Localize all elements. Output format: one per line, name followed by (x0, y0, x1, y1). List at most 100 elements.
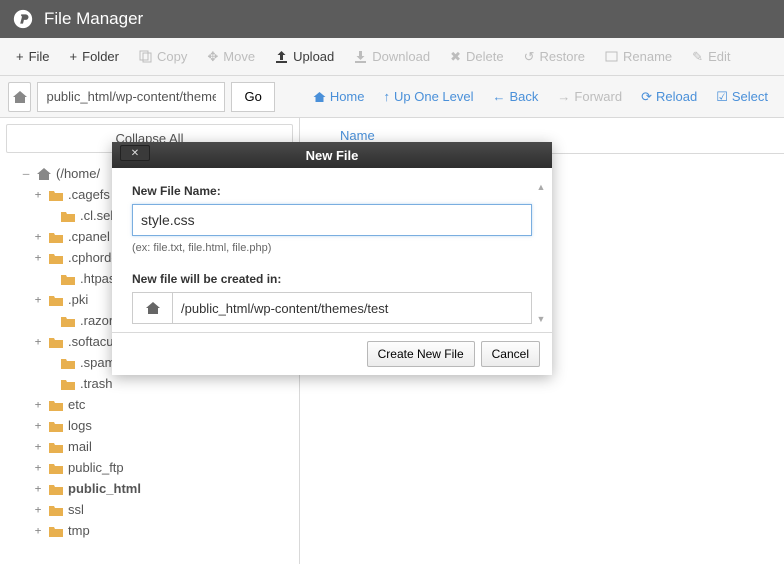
nav-reload[interactable]: ⟳Reload (633, 83, 705, 111)
tree-label: .trash (80, 376, 113, 391)
expander-icon[interactable]: + (32, 461, 44, 474)
filename-input[interactable] (132, 204, 532, 236)
rename-icon (605, 50, 618, 63)
nav-row: Go Home ↑Up One Level ←Back →Forward ⟳Re… (0, 76, 784, 118)
toolbar: +File +Folder Copy ✥Move Upload Download… (0, 38, 784, 76)
expander-icon[interactable]: + (32, 482, 44, 495)
nav-up[interactable]: ↑Up One Level (376, 83, 482, 110)
tree-label: public_ftp (68, 460, 124, 475)
home-icon (313, 91, 326, 103)
tree-label: etc (68, 397, 85, 412)
tree-item[interactable]: .trash (20, 373, 299, 394)
app-header: File Manager (0, 0, 784, 38)
modal-home-button[interactable] (132, 292, 172, 324)
tree-item[interactable]: + public_ftp (20, 457, 299, 478)
tree-label: tmp (68, 523, 90, 538)
upload-button[interactable]: Upload (265, 43, 344, 70)
folder-icon (60, 356, 76, 370)
nav-selectall[interactable]: ☑Select (708, 83, 776, 111)
reload-icon: ⟳ (641, 89, 652, 105)
close-icon: ✕ (131, 148, 139, 159)
cpanel-logo-icon (12, 8, 34, 30)
filename-label: New File Name: (132, 184, 532, 198)
folder-icon (48, 440, 64, 454)
create-file-button[interactable]: Create New File (367, 341, 475, 367)
expander-icon[interactable]: + (32, 230, 44, 243)
restore-button[interactable]: ↺Restore (514, 43, 595, 71)
tree-item[interactable]: + public_html (20, 478, 299, 499)
folder-icon (48, 461, 64, 475)
home-icon (12, 90, 28, 104)
folder-icon (48, 398, 64, 412)
tree-label: .cphorde (68, 250, 119, 265)
folder-icon (48, 482, 64, 496)
nav-forward[interactable]: →Forward (549, 83, 630, 110)
path-label: New file will be created in: (132, 272, 532, 286)
tree-label: .cagefs (68, 187, 110, 202)
expander-icon[interactable]: + (32, 524, 44, 537)
home-path-button[interactable] (8, 82, 31, 112)
modal-title: New File (306, 148, 359, 163)
file-button[interactable]: +File (6, 43, 60, 70)
tree-label: .pki (68, 292, 88, 307)
expander-icon[interactable]: + (32, 419, 44, 432)
scroll-indicator: ▲▼ (534, 182, 548, 324)
restore-icon: ↺ (524, 49, 535, 65)
delete-icon: ✖ (450, 49, 461, 65)
folder-icon (48, 293, 64, 307)
close-button[interactable]: ✕ (120, 145, 150, 161)
folder-icon (48, 230, 64, 244)
modal-path-input[interactable] (172, 292, 532, 324)
folder-button[interactable]: +Folder (60, 43, 129, 70)
move-icon: ✥ (207, 49, 218, 65)
plus-icon: + (70, 49, 78, 64)
tree-item[interactable]: + tmp (20, 520, 299, 541)
move-button[interactable]: ✥Move (197, 43, 265, 71)
folder-icon (48, 503, 64, 517)
expander-icon[interactable]: + (32, 293, 44, 306)
expander-icon[interactable]: + (32, 503, 44, 516)
folder-icon (48, 419, 64, 433)
tree-item[interactable]: + mail (20, 436, 299, 457)
edit-button[interactable]: ✎Edit (682, 43, 740, 71)
tree-item[interactable]: + etc (20, 394, 299, 415)
folder-icon (48, 335, 64, 349)
copy-button[interactable]: Copy (129, 43, 197, 70)
tree-label: logs (68, 418, 92, 433)
expander-icon[interactable]: + (32, 188, 44, 201)
expander-icon[interactable]: + (32, 335, 44, 348)
folder-icon (60, 314, 76, 328)
tree-label: (/home/ (56, 166, 100, 181)
expander-icon[interactable]: + (32, 440, 44, 453)
chevron-down-icon: ▼ (537, 314, 546, 324)
new-file-modal: ✕ New File New File Name: (ex: file.txt,… (112, 142, 552, 375)
expander-icon[interactable]: + (32, 251, 44, 264)
app-title: File Manager (44, 9, 143, 29)
delete-button[interactable]: ✖Delete (440, 43, 513, 71)
arrow-left-icon: ← (493, 89, 506, 104)
home-icon (36, 167, 52, 181)
nav-back[interactable]: ←Back (485, 83, 547, 110)
folder-icon (48, 188, 64, 202)
modal-titlebar[interactable]: ✕ New File (112, 142, 552, 168)
tree-label: ssl (68, 502, 84, 517)
download-button[interactable]: Download (344, 43, 440, 70)
rename-button[interactable]: Rename (595, 43, 682, 70)
expander-icon[interactable]: + (32, 398, 44, 411)
nav-home[interactable]: Home (305, 83, 373, 110)
tree-label: public_html (68, 481, 141, 496)
go-button[interactable]: Go (231, 82, 274, 112)
select-icon: ☑ (716, 89, 728, 105)
arrow-right-icon: → (557, 89, 570, 104)
tree-label: mail (68, 439, 92, 454)
expander-icon[interactable]: – (20, 167, 32, 180)
tree-item[interactable]: + ssl (20, 499, 299, 520)
folder-icon (60, 377, 76, 391)
path-input[interactable] (37, 82, 225, 112)
home-icon (145, 301, 161, 315)
tree-label: .razor (80, 313, 113, 328)
cancel-button[interactable]: Cancel (481, 341, 540, 367)
tree-item[interactable]: + logs (20, 415, 299, 436)
filename-hint: (ex: file.txt, file.html, file.php) (132, 242, 532, 254)
chevron-up-icon: ▲ (537, 182, 546, 192)
